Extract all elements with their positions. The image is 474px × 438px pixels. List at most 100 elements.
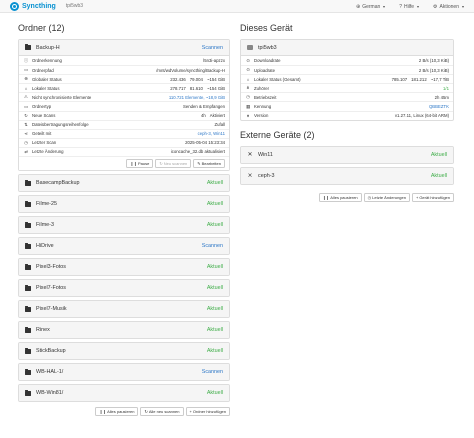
folder-panel-heading[interactable]: StickBackup Aktuell	[19, 343, 229, 360]
folder-name: HiDrive	[36, 243, 54, 250]
folder-list: BasecampBackup Aktuell Filme-25 Aktuell Film…	[18, 174, 230, 403]
folder-panel: WB-HAL-1/Scannen	[18, 363, 230, 382]
home-icon: ⌂	[24, 85, 28, 91]
folders-column: Ordner (12) Backup-H Scannen ⓘ Ordnerkenn…	[18, 22, 230, 417]
folder-panel-heading[interactable]: Backup-H Scannen	[19, 40, 229, 56]
remote-device-status: Aktuell	[430, 151, 447, 158]
detail-value: 2 B/s (10,3 KiB)	[418, 58, 449, 64]
folder-icon	[25, 305, 31, 312]
clock-icon: ◷	[24, 139, 28, 145]
help-label: Hilfe	[404, 3, 415, 10]
detail-row: ⊙ Downloadrate 2 B/s (10,3 KiB)	[241, 56, 453, 65]
folder-status: Scannen	[201, 369, 223, 376]
remote-device-panel-heading[interactable]: ✕ Win11 Aktuell	[241, 146, 453, 163]
folder-panel: Rinex Aktuell	[18, 321, 230, 340]
download-icon: ⊙	[246, 57, 250, 63]
devices-column: Dieses Gerät tpi5wb3 ⊙ Downloadrate 2 B/s …	[240, 22, 454, 202]
detail-value[interactable]: ceph-3, Win11	[198, 131, 225, 136]
pencil-icon: ✎	[197, 161, 201, 167]
detail-value: 2h 45m	[434, 94, 449, 100]
refresh-icon: ↻	[144, 409, 148, 415]
detail-value-part: 79.004	[189, 76, 203, 82]
refresh-icon: ↻	[24, 112, 28, 118]
top-navbar: Syncthing tpi5wb3 ⊕ German ? Hilfe ⚙ Akt…	[0, 0, 474, 13]
rescan-folder-button[interactable]: ↻ Neu scannen	[155, 159, 192, 169]
detail-value: 2 B/s (10,3 KiB)	[418, 67, 449, 73]
device-identicon-icon	[247, 45, 253, 50]
brand[interactable]: Syncthing	[10, 1, 56, 11]
remote-device-list: ✕ Win11 Aktuell ⨯ ceph-3 Aktuell	[240, 145, 454, 185]
folder-panel-heading[interactable]: Filme-3 Aktuell	[19, 217, 229, 234]
globe-icon: ⊕	[355, 3, 361, 10]
pause-all-folders-button[interactable]: ❙❙ Alles pausieren	[95, 407, 139, 417]
folder-icon	[25, 200, 31, 207]
folder-status: Aktuell	[206, 327, 223, 334]
folder-icon	[25, 347, 31, 354]
folder-status: Aktuell	[206, 306, 223, 313]
detail-label: Nicht synchronisierte Elemente	[32, 94, 92, 100]
history-icon: ◷	[367, 194, 372, 200]
folder-name: Rinex	[36, 327, 50, 334]
detail-value-part: 81.610	[189, 85, 203, 91]
detail-row: ◷ Betriebszeit 2h 45m	[241, 92, 453, 101]
pause-icon: ❙❙	[99, 409, 107, 415]
folder-panel-heading[interactable]: BasecampBackup Aktuell	[19, 175, 229, 192]
folder-name: StickBackup	[36, 348, 66, 355]
caret-down-icon	[417, 5, 420, 8]
folder-status: Scannen	[201, 44, 223, 51]
folder-panel-heading[interactable]: Filme-25 Aktuell	[19, 196, 229, 213]
remote-device-panel-heading[interactable]: ⨯ ceph-3 Aktuell	[241, 167, 453, 184]
folder-panel: HiDrive Scannen	[18, 237, 230, 256]
folder-status: Aktuell	[206, 222, 223, 229]
plus-icon: +	[415, 194, 419, 200]
gear-icon: ⚙	[433, 3, 438, 10]
folder-details-table: ⓘ Ordnerkennung l5n3i-apzzx ▭ Ordnerpfad/mnt…	[19, 56, 229, 156]
remote-device-panel: ⨯ ceph-3 Aktuell	[240, 166, 454, 185]
edit-folder-button[interactable]: ✎ Bearbeiten	[193, 159, 225, 169]
help-menu[interactable]: ? Hilfe	[399, 3, 420, 10]
detail-label: Lokaler Status	[32, 85, 60, 91]
folder-panel: Pixel7-Musik Aktuell	[18, 300, 230, 319]
this-device-panel-heading[interactable]: tpi5wb3	[241, 40, 453, 56]
folder-status: Aktuell	[206, 348, 223, 355]
folder-panel-heading[interactable]: WB-Win81/Aktuell	[19, 385, 229, 402]
actions-menu[interactable]: ⚙ Aktionen	[433, 4, 464, 10]
folder-panel: BasecampBackup Aktuell	[18, 174, 230, 193]
language-menu[interactable]: ⊕ German	[355, 3, 386, 10]
folder-panel: Filme-25 Aktuell	[18, 195, 230, 214]
remote-device-name: Win11	[258, 151, 273, 158]
rescan-all-button[interactable]: ↻ Alle neu scannen	[140, 407, 184, 417]
detail-value[interactable]: QBBEZTK	[429, 104, 449, 109]
detail-value: 2025-05-04 15:23:34	[185, 140, 225, 146]
folder-panel: Pixel3-Fotos Aktuell	[18, 258, 230, 277]
detail-value-part: 785.107	[391, 76, 408, 82]
folder-icon	[25, 368, 31, 375]
detail-label: Geteilt mit	[32, 131, 52, 137]
folder-panel-heading[interactable]: Pixel3-Fotos Aktuell	[19, 259, 229, 276]
exchange-icon: ⇄	[24, 148, 28, 154]
folder-status: Aktuell	[206, 390, 223, 397]
detail-value-part: 232.436	[170, 76, 186, 82]
folder-panel-heading[interactable]: WB-HAL-1/Scannen	[19, 364, 229, 381]
clock-icon: ◷	[246, 94, 250, 100]
folder-panel-heading[interactable]: HiDrive Scannen	[19, 238, 229, 255]
detail-value: /mnt/wdVolume/syncthing/Backup-H	[156, 67, 225, 73]
remote-device-name: ceph-3	[258, 172, 275, 179]
folder-panel-heading[interactable]: Pixel7-Fotos Aktuell	[19, 280, 229, 297]
folder-panel-heading[interactable]: Pixel7-Musik Aktuell	[19, 301, 229, 318]
detail-value-part: ~154 GiB	[206, 85, 225, 91]
this-device-heading: Dieses Gerät	[240, 23, 293, 33]
caret-down-icon	[383, 5, 386, 8]
add-device-button[interactable]: + Gerät hinzufügen	[411, 192, 454, 202]
detail-row: ⬧ Version v1.27.11, Linux (64-bit ARM)	[241, 110, 453, 120]
pause-folder-button[interactable]: ❙❙ Pause	[126, 159, 154, 169]
detail-row: ⇅ Dateiübertragungsreihenfolge Zufall	[19, 119, 229, 129]
add-folder-button[interactable]: + Ordner hinzufügen	[185, 407, 230, 417]
detail-value[interactable]: 110.721 Elemente, ~18,9 GiB	[169, 95, 225, 100]
recent-changes-button[interactable]: ◷ Letzte Änderungen	[363, 192, 410, 202]
folder-panel-expanded: Backup-H Scannen ⓘ Ordnerkennung l5n3i-apz…	[18, 39, 230, 172]
pause-all-devices-button[interactable]: ❙❙ Alles pausieren	[318, 192, 362, 202]
folder-name: BasecampBackup	[36, 180, 80, 187]
folder-panel-heading[interactable]: Rinex Aktuell	[19, 322, 229, 339]
detail-row: ↻ Neue Scans 4h Aktiviert	[19, 110, 229, 120]
